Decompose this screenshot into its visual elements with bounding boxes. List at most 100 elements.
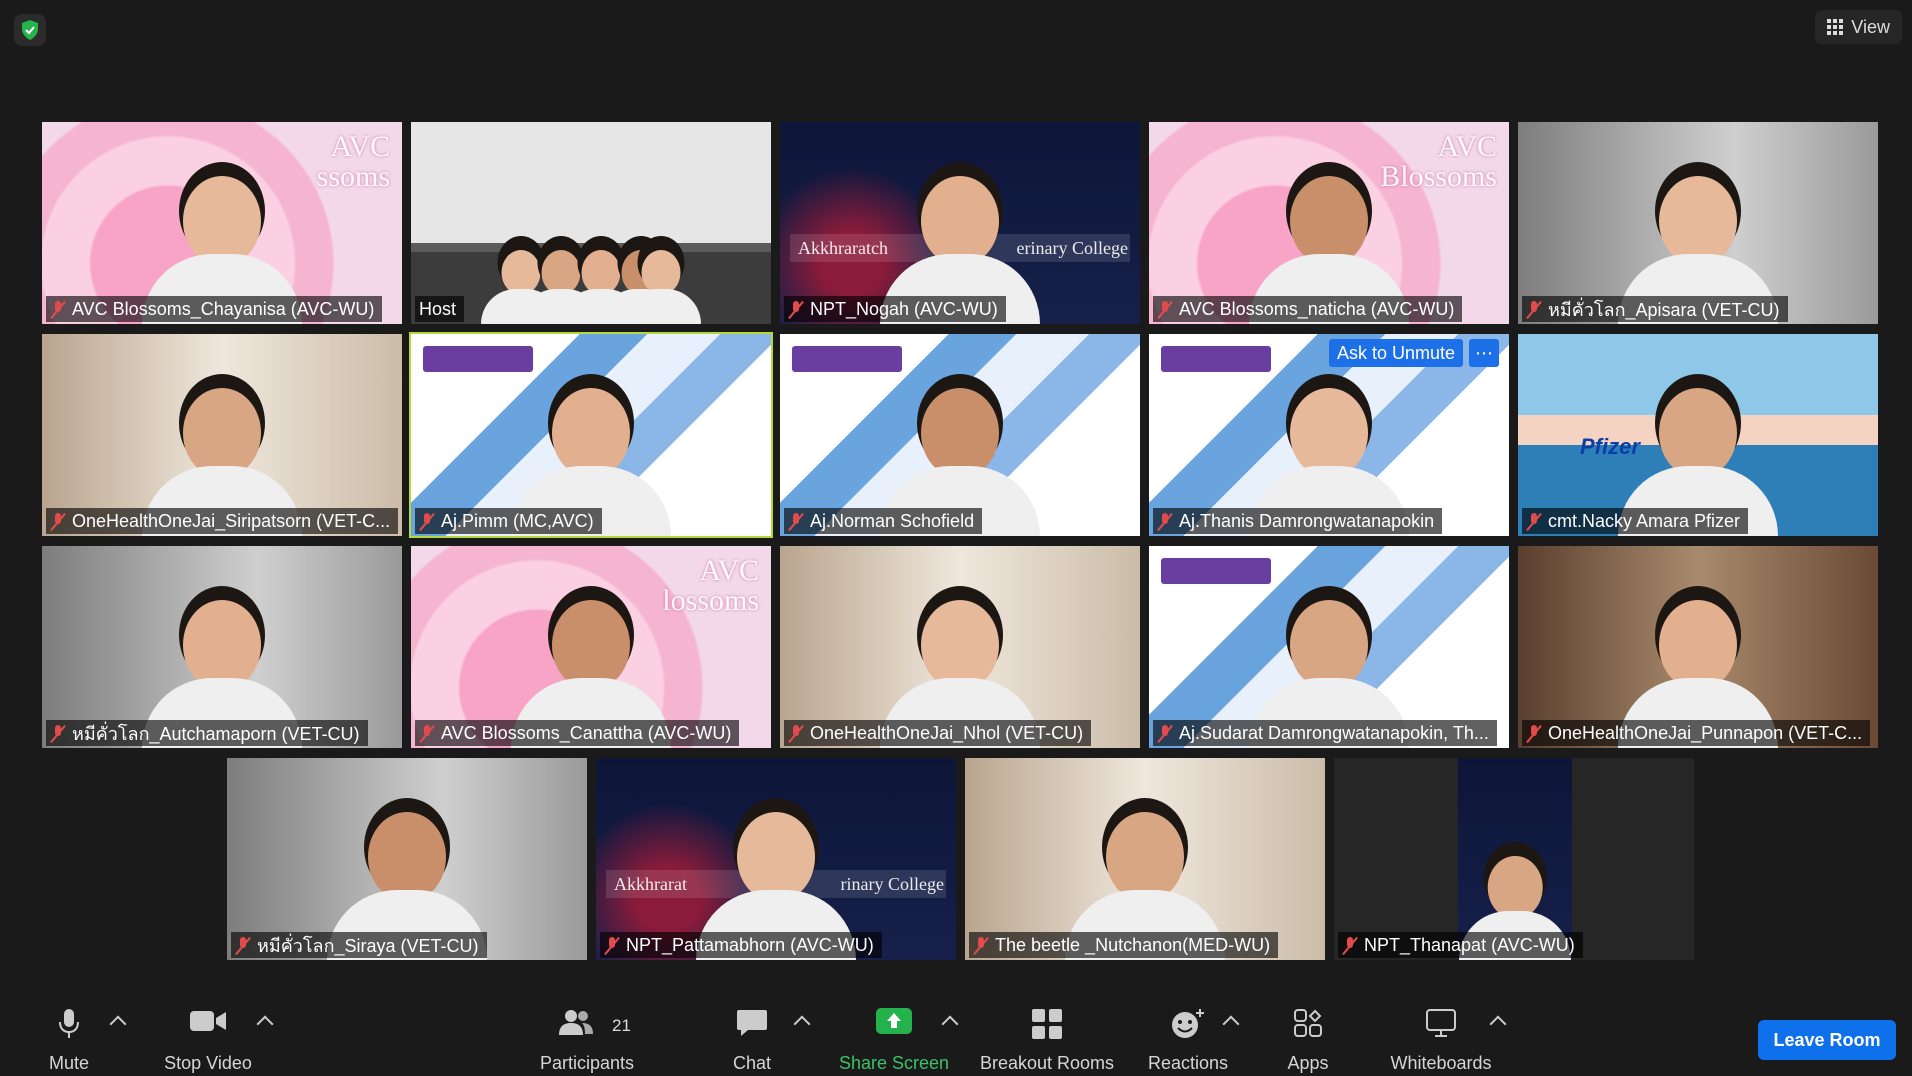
wu-contest-logo bbox=[1161, 558, 1271, 584]
participant-video-tile[interactable]: Aj.Sudarat Damrongwatanapokin, Th... bbox=[1149, 546, 1509, 748]
whiteboard-icon bbox=[1426, 1009, 1456, 1037]
participant-face bbox=[1106, 812, 1184, 902]
participant-name-tag: OneHealthOneJai_Siripatsorn (VET-C... bbox=[46, 508, 399, 534]
share-screen-arrow-icon bbox=[876, 1008, 912, 1034]
video-gallery: AVC ssoms AVC Blossoms_Chayanisa (AVC-WU)… bbox=[0, 0, 1912, 1000]
participant-face bbox=[183, 388, 261, 478]
more-options-icon[interactable]: ⋯ bbox=[1469, 339, 1499, 367]
meeting-toolbar: Mute Stop Video 21 Participants Chat Sha… bbox=[0, 1000, 1912, 1074]
muted-microphone-icon bbox=[1157, 724, 1173, 742]
breakout-rooms-icon bbox=[1032, 1009, 1062, 1039]
background-banner-text: AVC ssoms bbox=[316, 130, 390, 193]
muted-microphone-icon bbox=[604, 936, 620, 954]
participant-name: หมีคั่วโลก_Siraya (VET-CU) bbox=[257, 935, 479, 956]
participant-video-tile[interactable]: Aj.Norman Schofield bbox=[780, 334, 1140, 536]
participant-face bbox=[921, 600, 999, 690]
participant-video-tile[interactable]: หมีคั่วโลก_Apisara (VET-CU) bbox=[1518, 122, 1878, 324]
muted-microphone-icon bbox=[1342, 936, 1358, 954]
participant-face bbox=[552, 388, 630, 478]
participant-video-tile[interactable]: AVC lossoms AVC Blossoms_Canattha (AVC-WU… bbox=[411, 546, 771, 748]
video-camera-icon bbox=[190, 1011, 226, 1031]
participant-name-tag: Aj.Thanis Damrongwatanapokin bbox=[1153, 508, 1443, 534]
participant-name: Host bbox=[419, 298, 457, 319]
chat-button[interactable]: Chat bbox=[726, 1000, 778, 1076]
breakout-rooms-button[interactable]: Breakout Rooms bbox=[976, 1000, 1118, 1076]
banner-text-right: rinary College bbox=[840, 874, 944, 894]
participant-video-tile[interactable]: The beetle _Nutchanon(MED-WU) bbox=[965, 758, 1325, 960]
participant-video-tile[interactable]: หมีคั่วโลก_Autchamaporn (VET-CU) bbox=[42, 546, 402, 748]
participant-video-tile[interactable]: Ask to Unmute ⋯ Aj.Thanis Damrongwatanapok… bbox=[1149, 334, 1509, 536]
leave-room-button[interactable]: Leave Room bbox=[1758, 1020, 1896, 1060]
banner-text-right: erinary College bbox=[1016, 238, 1128, 258]
whiteboards-button[interactable]: Whiteboards bbox=[1386, 1000, 1496, 1076]
participant-video-tile[interactable]: OneHealthOneJai_Nhol (VET-CU) bbox=[780, 546, 1140, 748]
participant-video-tile[interactable]: หมีคั่วโลก_Siraya (VET-CU) bbox=[227, 758, 587, 960]
reactions-label: Reactions bbox=[1147, 1053, 1229, 1073]
muted-microphone-icon bbox=[973, 936, 989, 954]
participant-name: NPT_Thanapat (AVC-WU) bbox=[1364, 934, 1575, 955]
whiteboards-label: Whiteboards bbox=[1390, 1053, 1492, 1073]
wu-contest-logo bbox=[423, 346, 533, 372]
reactions-button[interactable]: Reactions bbox=[1146, 1000, 1230, 1076]
participant-name-tag: The beetle _Nutchanon(MED-WU) bbox=[969, 932, 1279, 958]
participant-face bbox=[1290, 176, 1368, 266]
apps-label: Apps bbox=[1287, 1053, 1329, 1073]
video-options-chevron-icon[interactable] bbox=[256, 1015, 274, 1033]
share-screen-label: Share Screen bbox=[838, 1053, 950, 1073]
participant-video-tile[interactable]: Akkhrarat rinary College NPT_Pattamabhorn … bbox=[596, 758, 956, 960]
participant-face bbox=[1659, 600, 1737, 690]
wu-contest-logo bbox=[792, 346, 902, 372]
participant-video-tile[interactable]: AVC ssoms AVC Blossoms_Chayanisa (AVC-WU) bbox=[42, 122, 402, 324]
muted-microphone-icon bbox=[50, 300, 66, 318]
participant-name: AVC Blossoms_naticha (AVC-WU) bbox=[1179, 298, 1455, 319]
apps-button[interactable]: Apps bbox=[1284, 1000, 1332, 1076]
mute-button[interactable]: Mute bbox=[36, 1000, 102, 1076]
participant-name-tag: AVC Blossoms_Canattha (AVC-WU) bbox=[415, 720, 740, 746]
participant-name: Aj.Norman Schofield bbox=[810, 510, 975, 531]
participant-name-tag: หมีคั่วโลก_Apisara (VET-CU) bbox=[1522, 296, 1788, 322]
participant-name: AVC Blossoms_Chayanisa (AVC-WU) bbox=[72, 298, 375, 319]
participants-count: 21 bbox=[612, 1016, 631, 1035]
share-screen-button[interactable]: Share Screen bbox=[836, 1000, 952, 1076]
participant-name-tag: NPT_Thanapat (AVC-WU) bbox=[1338, 932, 1583, 958]
wu-contest-logo bbox=[1161, 346, 1271, 372]
participant-face bbox=[1659, 176, 1737, 266]
participant-name-tag: OneHealthOneJai_Punnapon (VET-C... bbox=[1522, 720, 1871, 746]
stop-video-button[interactable]: Stop Video bbox=[158, 1000, 258, 1076]
microphone-icon bbox=[59, 1009, 79, 1038]
participant-name: OneHealthOneJai_Nhol (VET-CU) bbox=[810, 722, 1084, 743]
chat-options-chevron-icon[interactable] bbox=[793, 1015, 811, 1033]
participant-face bbox=[183, 176, 261, 266]
chat-bubble-icon bbox=[737, 1010, 767, 1036]
participant-video-tile[interactable]: Host bbox=[411, 122, 771, 324]
participant-name-tag: Aj.Sudarat Damrongwatanapokin, Th... bbox=[1153, 720, 1497, 746]
participants-label: Participants bbox=[539, 1053, 635, 1073]
participants-button[interactable]: 21 Participants bbox=[532, 1000, 642, 1076]
participant-video-tile[interactable]: Akkhraratch erinary College NPT_Nogah (AVC… bbox=[780, 122, 1140, 324]
banner-text-left: Akkhraratch bbox=[798, 238, 888, 258]
mute-label: Mute bbox=[48, 1053, 90, 1073]
participant-face bbox=[552, 600, 630, 690]
participant-face bbox=[921, 388, 999, 478]
participant-name-tag: Aj.Pimm (MC,AVC) bbox=[415, 508, 602, 534]
mute-options-chevron-icon[interactable] bbox=[109, 1015, 127, 1033]
muted-microphone-icon bbox=[1526, 724, 1542, 742]
participant-name: OneHealthOneJai_Punnapon (VET-C... bbox=[1548, 722, 1863, 743]
participant-video-tile[interactable]: Pfizer cmt.Nacky Amara Pfizer bbox=[1518, 334, 1878, 536]
participant-name-tag: หมีคั่วโลก_Autchamaporn (VET-CU) bbox=[46, 720, 368, 746]
participant-video-tile[interactable]: OneHealthOneJai_Siripatsorn (VET-C... bbox=[42, 334, 402, 536]
background-banner-text: AVC lossoms bbox=[662, 554, 759, 617]
apps-icon bbox=[1294, 1009, 1322, 1037]
participant-face bbox=[1290, 388, 1368, 478]
participant-video-tile[interactable]: OneHealthOneJai_Punnapon (VET-C... bbox=[1518, 546, 1878, 748]
participant-name-tag: OneHealthOneJai_Nhol (VET-CU) bbox=[784, 720, 1092, 746]
participant-face bbox=[921, 176, 999, 266]
participant-video-tile[interactable]: NPT_Thanapat (AVC-WU) bbox=[1334, 758, 1694, 960]
participant-name-tag: AVC Blossoms_Chayanisa (AVC-WU) bbox=[46, 296, 383, 322]
participant-video-tile[interactable]: Aj.Pimm (MC,AVC) bbox=[409, 332, 773, 538]
ask-to-unmute-button[interactable]: Ask to Unmute bbox=[1329, 339, 1464, 367]
participant-video-tile[interactable]: AVC Blossoms AVC Blossoms_naticha (AVC-WU… bbox=[1149, 122, 1509, 324]
muted-microphone-icon bbox=[235, 936, 251, 954]
participant-name: cmt.Nacky Amara Pfizer bbox=[1548, 510, 1741, 531]
participant-face bbox=[368, 812, 446, 902]
